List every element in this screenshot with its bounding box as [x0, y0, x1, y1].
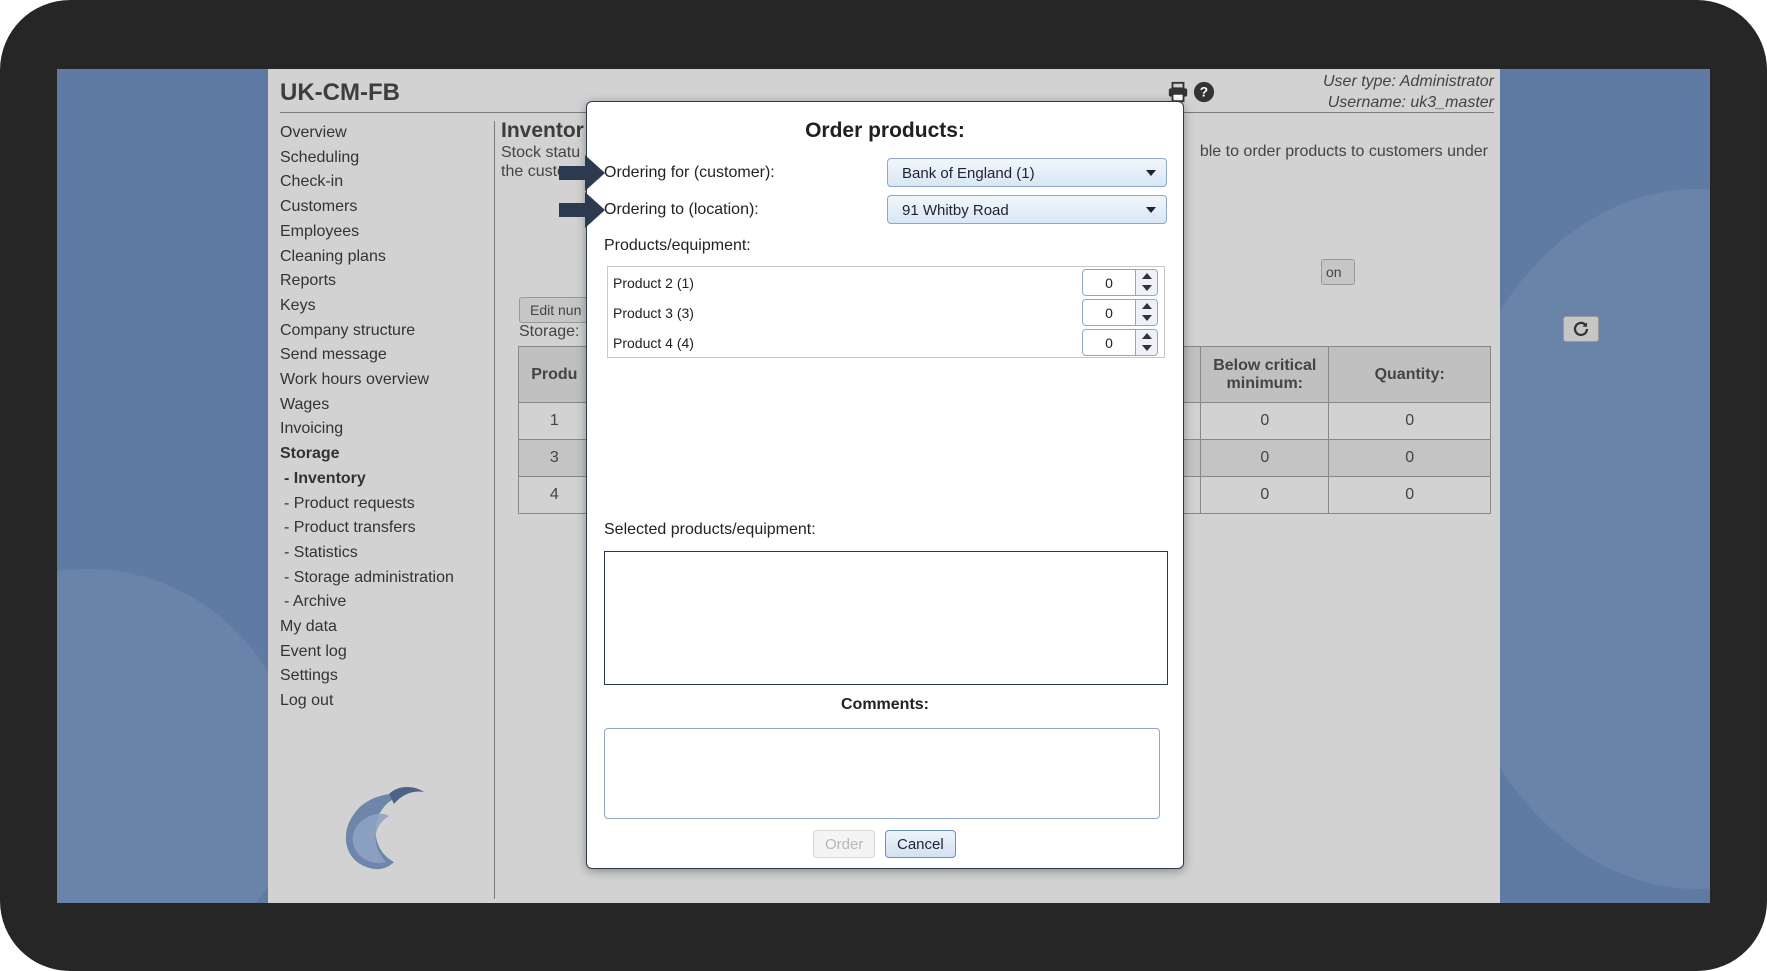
quantity-stepper[interactable]: 0 — [1082, 329, 1158, 356]
quantity-stepper[interactable]: 0 — [1082, 269, 1158, 296]
nav-item-invoicing[interactable]: Invoicing — [280, 417, 480, 442]
list-item: Product 2 (1) 0 — [608, 267, 1164, 297]
page-description-right: ble to order products to customers under — [1199, 143, 1488, 160]
nav-subitem-product-transfers[interactable]: - Product transfers — [280, 516, 480, 541]
refresh-icon — [1573, 321, 1589, 337]
page-title: Inventor — [501, 119, 584, 142]
app-title: UK-CM-FB — [280, 79, 400, 106]
background-wave — [57, 569, 297, 903]
dialog-title: Order products: — [805, 119, 965, 142]
chevron-down-icon[interactable] — [1142, 315, 1152, 321]
nav-item-check-in[interactable]: Check-in — [280, 170, 480, 195]
location-select[interactable]: 91 Whitby Road — [887, 195, 1167, 224]
nav-item-log-out[interactable]: Log out — [280, 689, 480, 714]
sidebar-divider — [494, 121, 495, 899]
selected-products-label: Selected products/equipment: — [604, 521, 816, 538]
table-cell: 0 — [1200, 402, 1330, 440]
company-logo — [345, 787, 424, 870]
quantity-value[interactable]: 0 — [1083, 305, 1135, 321]
chevron-down-icon — [1146, 207, 1156, 213]
selected-products-box[interactable] — [604, 551, 1168, 685]
storage-label: Storage: — [519, 323, 580, 340]
quantity-value[interactable]: 0 — [1083, 275, 1135, 291]
svg-text:?: ? — [1200, 85, 1208, 100]
customer-select[interactable]: Bank of England (1) — [887, 158, 1167, 187]
table-cell: 0 — [1200, 439, 1330, 477]
spinner[interactable] — [1135, 270, 1157, 295]
table-cell: 0 — [1328, 439, 1491, 477]
nav-subitem-archive[interactable]: - Archive — [280, 590, 480, 615]
location-button[interactable]: on — [1321, 259, 1355, 285]
chevron-down-icon — [1146, 170, 1156, 176]
chevron-up-icon[interactable] — [1142, 303, 1152, 309]
nav-subitem-statistics[interactable]: - Statistics — [280, 541, 480, 566]
table-cell: 3 — [518, 439, 591, 477]
list-item: Product 3 (3) 0 — [608, 297, 1164, 327]
nav-subitem-storage-administration[interactable]: - Storage administration — [280, 566, 480, 591]
products-label: Products/equipment: — [604, 237, 751, 254]
chevron-down-icon[interactable] — [1142, 285, 1152, 291]
column-header: Quantity: — [1328, 346, 1491, 403]
table-cell: 0 — [1200, 476, 1330, 514]
user-info: User type: Administrator Username: uk3_m… — [1323, 71, 1494, 113]
arrow-pointer-icon — [559, 155, 605, 191]
order-products-dialog: Order products: Ordering for (customer):… — [559, 101, 1184, 869]
table-cell: 4 — [518, 476, 591, 514]
nav-item-company-structure[interactable]: Company structure — [280, 319, 480, 344]
list-item: Product 4 (4) 0 — [608, 327, 1164, 357]
nav-item-overview[interactable]: Overview — [280, 121, 480, 146]
product-name: Product 3 (3) — [613, 305, 694, 321]
device-frame: UK-CM-FB ? User type: Administrator User… — [0, 0, 1767, 971]
comments-textarea[interactable] — [604, 728, 1160, 819]
nav-item-customers[interactable]: Customers — [280, 195, 480, 220]
nav-item-my-data[interactable]: My data — [280, 615, 480, 640]
product-name: Product 4 (4) — [613, 335, 694, 351]
nav-item-work-hours-overview[interactable]: Work hours overview — [280, 368, 480, 393]
username: Username: uk3_master — [1327, 94, 1494, 111]
nav-item-keys[interactable]: Keys — [280, 294, 480, 319]
nav-subitem-inventory[interactable]: - Inventory — [280, 467, 480, 492]
table-cell: 1 — [518, 402, 591, 440]
nav-item-reports[interactable]: Reports — [280, 269, 480, 294]
nav-item-employees[interactable]: Employees — [280, 220, 480, 245]
comments-label: Comments: — [840, 696, 929, 713]
sidebar-nav: Overview Scheduling Check-in Customers E… — [280, 121, 480, 714]
help-icon[interactable]: ? — [1193, 81, 1215, 103]
column-header: Below critical minimum: — [1200, 346, 1330, 403]
arrow-pointer-icon — [559, 192, 605, 228]
nav-item-event-log[interactable]: Event log — [280, 640, 480, 665]
chevron-up-icon[interactable] — [1142, 273, 1152, 279]
table-cell: 0 — [1328, 476, 1491, 514]
nav-item-settings[interactable]: Settings — [280, 664, 480, 689]
quantity-stepper[interactable]: 0 — [1082, 299, 1158, 326]
quantity-value[interactable]: 0 — [1083, 335, 1135, 351]
nav-item-wages[interactable]: Wages — [280, 393, 480, 418]
products-list: Product 2 (1) 0 Product 3 (3) 0 Product … — [607, 266, 1165, 358]
nav-item-send-message[interactable]: Send message — [280, 343, 480, 368]
location-label: Ordering to (location): — [604, 201, 759, 218]
spinner[interactable] — [1135, 330, 1157, 355]
cancel-button[interactable]: Cancel — [885, 830, 956, 858]
table-cell: 0 — [1328, 402, 1491, 440]
spinner[interactable] — [1135, 300, 1157, 325]
nav-subitem-product-requests[interactable]: - Product requests — [280, 492, 480, 517]
edit-numbers-button[interactable]: Edit nun — [519, 297, 593, 323]
user-type: User type: Administrator — [1322, 73, 1494, 90]
customer-label: Ordering for (customer): — [604, 164, 775, 181]
print-icon[interactable] — [1167, 81, 1189, 103]
chevron-up-icon[interactable] — [1142, 333, 1152, 339]
product-name: Product 2 (1) — [613, 275, 694, 291]
refresh-button[interactable] — [1563, 316, 1599, 342]
nav-item-storage[interactable]: Storage — [280, 442, 480, 467]
nav-item-scheduling[interactable]: Scheduling — [280, 146, 480, 171]
nav-item-cleaning-plans[interactable]: Cleaning plans — [280, 245, 480, 270]
order-button[interactable]: Order — [813, 830, 876, 858]
column-header: Produ — [518, 346, 591, 403]
chevron-down-icon[interactable] — [1142, 345, 1152, 351]
